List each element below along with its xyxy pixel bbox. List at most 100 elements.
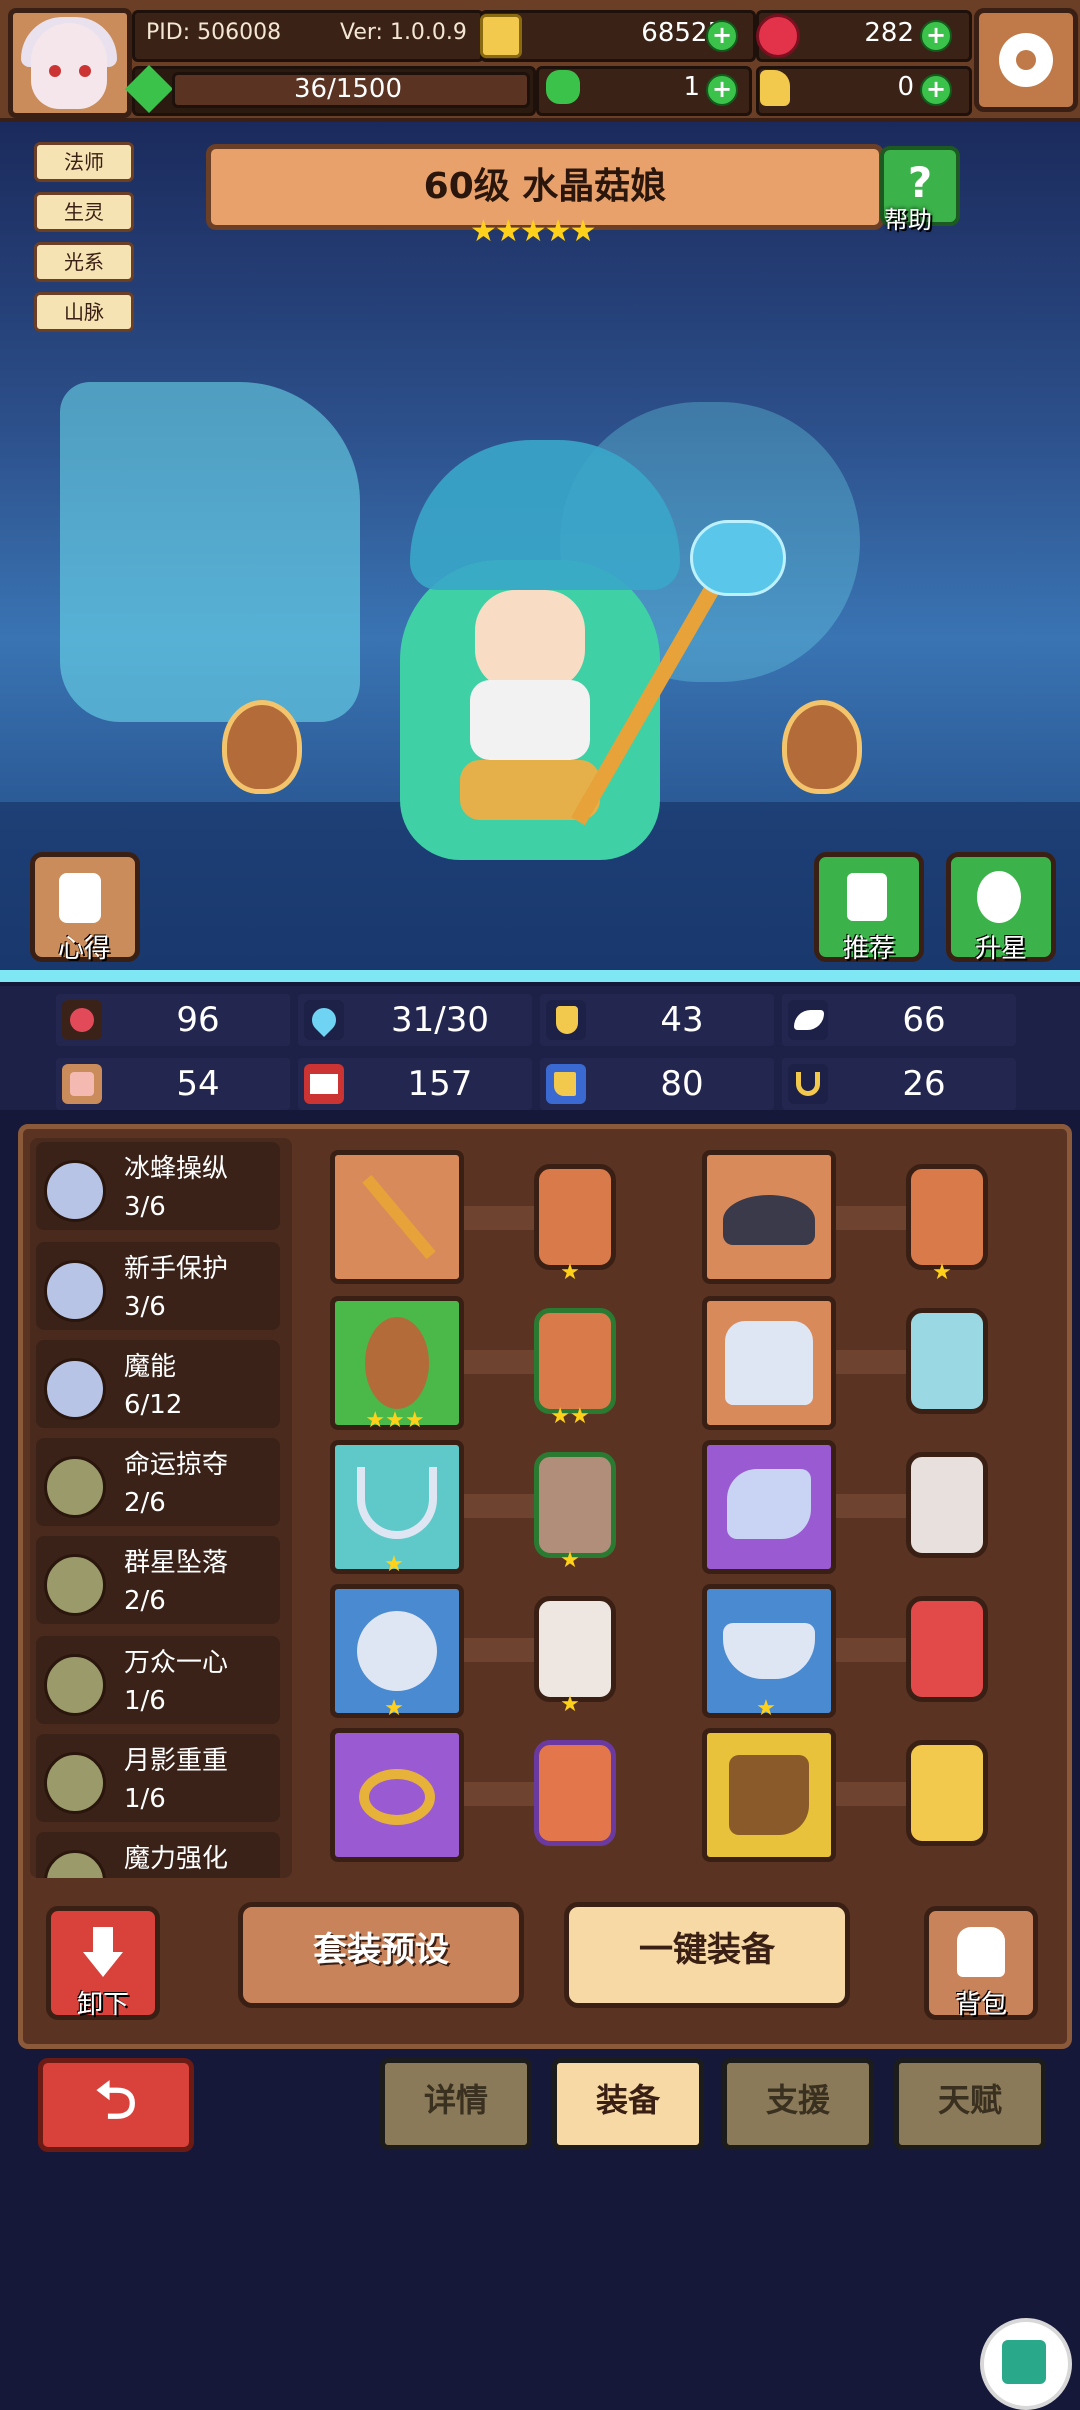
hat-slot[interactable] xyxy=(702,1150,836,1284)
gem-amount: 282 xyxy=(864,18,914,48)
slot-stars: ★ xyxy=(932,1260,952,1285)
insight-label: 心得 xyxy=(57,934,110,964)
slot-stars: ★ xyxy=(560,1260,580,1285)
add-item-button[interactable]: + xyxy=(920,74,952,106)
set-bonus-item[interactable]: 新手保护 3/6 xyxy=(36,1242,280,1330)
wing-icon xyxy=(788,1000,828,1040)
star-icon xyxy=(977,871,1021,923)
set-bonus-item[interactable]: 月影重重 1/6 xyxy=(36,1734,280,1822)
thumbs-up-icon xyxy=(847,873,887,921)
top-bar: PID: 506008 Ver: 1.0.0.9 68525 + 282 + 3… xyxy=(0,0,1080,122)
slot-connector xyxy=(830,1494,910,1518)
staff-slot[interactable] xyxy=(330,1150,464,1284)
rune-slot[interactable] xyxy=(534,1452,616,1558)
slot-stars: ★ xyxy=(384,1552,404,1577)
character-body xyxy=(470,680,590,760)
slot-connector xyxy=(456,1638,536,1662)
stat-intelligence: 157 xyxy=(298,1058,532,1110)
add-clover-button[interactable]: + xyxy=(706,74,738,106)
settings-button[interactable] xyxy=(974,8,1078,112)
floating-app-button[interactable] xyxy=(980,2318,1072,2410)
fist-icon xyxy=(62,1064,102,1104)
boot-icon xyxy=(546,1064,586,1104)
class-tag[interactable]: 法师 xyxy=(34,142,134,182)
add-gold-button[interactable]: + xyxy=(706,20,738,52)
item-amount: 0 xyxy=(897,72,914,102)
terrain-tag[interactable]: 山脉 xyxy=(34,292,134,332)
rune-slot[interactable] xyxy=(534,1164,616,1270)
unity-icon xyxy=(44,1654,106,1716)
star-rating: ★★★★★ xyxy=(470,214,596,249)
wizard-hat-icon xyxy=(723,1195,815,1245)
ring-slot[interactable] xyxy=(330,1728,464,1862)
rune-slot[interactable] xyxy=(906,1596,988,1702)
element-tag[interactable]: 光系 xyxy=(34,242,134,282)
ring-icon xyxy=(359,1769,435,1825)
set-bonus-item[interactable]: 万众一心 1/6 xyxy=(36,1636,280,1724)
player-avatar[interactable] xyxy=(8,8,132,118)
horseshoe-icon xyxy=(788,1064,828,1104)
ice-bee-icon xyxy=(44,1160,106,1222)
staff-icon xyxy=(362,1174,436,1260)
set-bonus-item[interactable]: 命运掠夺 2/6 xyxy=(36,1438,280,1526)
rune-slot[interactable] xyxy=(906,1308,988,1414)
tab-equipment[interactable]: 装备 xyxy=(552,2058,704,2150)
gauntlet-icon xyxy=(727,1469,811,1539)
add-gem-button[interactable]: + xyxy=(920,20,952,52)
horn-icon xyxy=(760,70,790,106)
boots-slot[interactable] xyxy=(702,1728,836,1862)
tab-details[interactable]: 详情 xyxy=(380,2058,532,2150)
slot-connector xyxy=(830,1350,910,1374)
back-button[interactable]: ⮌ xyxy=(38,2058,194,2152)
one-click-equip-button[interactable]: 一键装备 xyxy=(564,1902,850,2008)
gloves-slot[interactable] xyxy=(702,1440,836,1574)
gear-icon xyxy=(999,33,1053,87)
arrow-down-icon xyxy=(83,1927,123,1977)
rune-slot[interactable] xyxy=(906,1164,988,1270)
slot-connector xyxy=(830,1782,910,1806)
rune-slot[interactable] xyxy=(906,1740,988,1846)
crystal-badge-icon xyxy=(357,1611,437,1691)
slot-connector xyxy=(456,1350,536,1374)
set-bonus-item[interactable]: 群星坠落 2/6 xyxy=(36,1536,280,1624)
rune-slot[interactable] xyxy=(534,1308,616,1414)
slot-stars: ★★ xyxy=(550,1404,590,1429)
bag-label: 背包 xyxy=(954,1990,1007,2020)
floor-glow xyxy=(0,970,1080,982)
tab-talent[interactable]: 天赋 xyxy=(894,2058,1046,2150)
heart-necklace-icon xyxy=(357,1467,437,1539)
slot-connector xyxy=(456,1206,536,1230)
slot-connector xyxy=(456,1782,536,1806)
rune-slot[interactable] xyxy=(906,1452,988,1558)
left-egg-icon[interactable] xyxy=(222,700,302,794)
race-tag[interactable]: 生灵 xyxy=(34,192,134,232)
tab-support[interactable]: 支援 xyxy=(722,2058,874,2150)
slot-connector xyxy=(830,1206,910,1230)
stat-agility: 80 xyxy=(540,1058,774,1110)
set-preset-button[interactable]: 套装预设 xyxy=(238,1902,524,2008)
right-egg-icon[interactable] xyxy=(782,700,862,794)
wooden-shield-icon xyxy=(365,1317,429,1409)
back-arrow-icon: ⮌ xyxy=(95,2071,137,2131)
pid-text: PID: 506008 xyxy=(146,20,282,45)
rune-slot[interactable] xyxy=(534,1596,616,1702)
armor-slot[interactable] xyxy=(702,1296,836,1430)
set-bonus-item[interactable]: 冰蜂操纵 3/6 xyxy=(36,1142,280,1230)
backpack-icon xyxy=(957,1927,1005,1977)
version-text: Ver: 1.0.0.9 xyxy=(340,20,467,45)
stat-strength: 54 xyxy=(56,1058,290,1110)
unequip-label: 卸下 xyxy=(76,1990,129,2020)
gold-amount: 68525 xyxy=(641,18,724,48)
set-bonus-list[interactable]: 冰蜂操纵 3/6 新手保护 3/6 魔能 6/12 命运掠夺 2/6 群星坠落 2/6 万… xyxy=(30,1138,292,1878)
stat-luck: 26 xyxy=(782,1058,1016,1110)
star-up-label: 升星 xyxy=(974,934,1027,964)
set-bonus-item[interactable]: 魔能 6/12 xyxy=(36,1340,280,1428)
shield-icon xyxy=(44,1260,106,1322)
rune-slot[interactable] xyxy=(534,1740,616,1846)
action-bar xyxy=(18,1884,1072,2049)
stat-health: 96 xyxy=(56,994,290,1046)
magic-boost-icon xyxy=(44,1850,106,1878)
stat-speed: 66 xyxy=(782,994,1016,1046)
set-bonus-item[interactable]: 魔力强化 xyxy=(36,1832,280,1878)
staff-orb xyxy=(690,520,786,596)
